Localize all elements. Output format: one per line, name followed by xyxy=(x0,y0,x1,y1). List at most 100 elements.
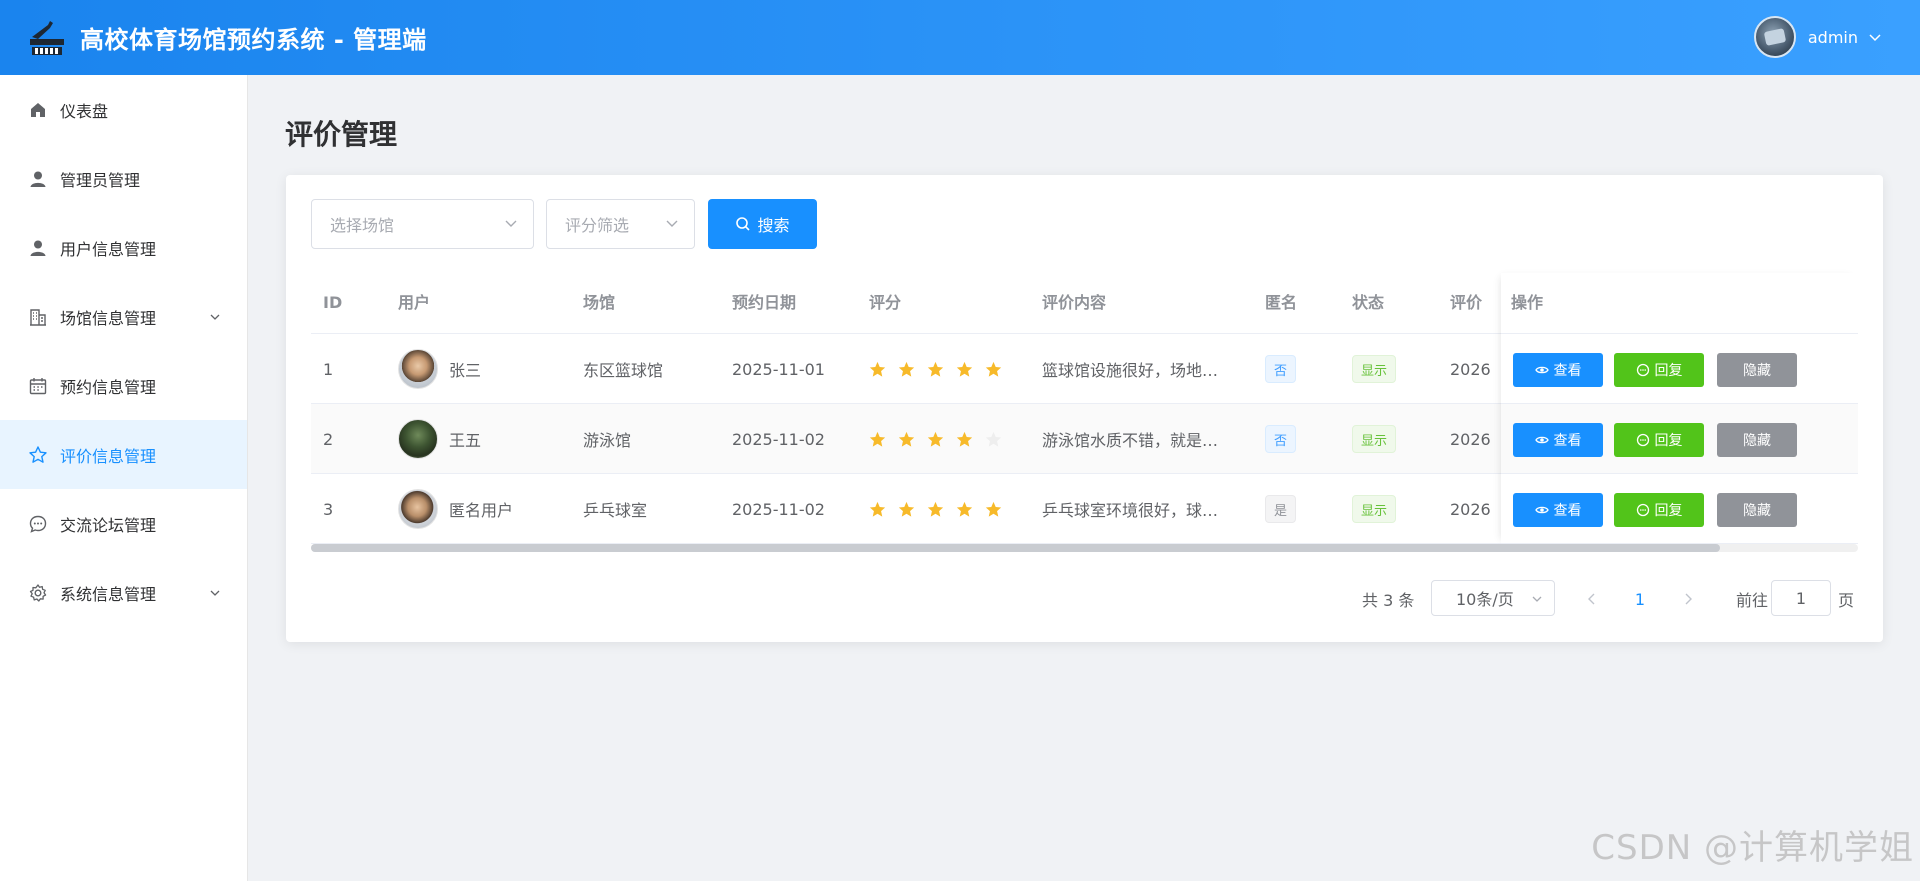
sidebar-item-label: 预约信息管理 xyxy=(60,377,157,397)
avatar xyxy=(398,419,438,459)
user-icon xyxy=(30,240,46,256)
star-icon xyxy=(956,501,973,517)
hide-button-label: 隐藏 xyxy=(1743,363,1771,379)
sidebar: 仪表盘 管理员管理 用户信息管理 场馆信息管理 预约信息管理 评价信息管理 交流… xyxy=(0,75,248,881)
cell-user: 王五 xyxy=(398,404,481,474)
chat-icon xyxy=(1636,503,1649,517)
cell-content: 游泳馆水质不错，就是… xyxy=(1042,431,1219,450)
hide-button[interactable]: 隐藏 xyxy=(1717,423,1797,457)
sidebar-item-users[interactable]: 用户信息管理 xyxy=(0,213,247,282)
sidebar-item-admins[interactable]: 管理员管理 xyxy=(0,144,247,213)
hide-button[interactable]: 隐藏 xyxy=(1717,493,1797,527)
user-name: 匿名用户 xyxy=(449,501,514,520)
eye-icon xyxy=(1534,506,1549,514)
hide-button[interactable]: 隐藏 xyxy=(1717,353,1797,387)
column-header-content[interactable]: 评价内容 xyxy=(1042,273,1106,333)
gear-icon xyxy=(29,583,47,602)
column-header-venue[interactable]: 场馆 xyxy=(583,273,615,333)
cell-id: 2 xyxy=(323,429,334,449)
pagination-total: 共 3 条 xyxy=(1362,591,1415,610)
star-icon xyxy=(898,431,915,447)
sidebar-item-dashboard[interactable]: 仪表盘 xyxy=(0,75,247,144)
sidebar-item-venues[interactable]: 场馆信息管理 xyxy=(0,282,247,351)
stadium-logo-icon xyxy=(30,20,64,55)
sidebar-item-forum[interactable]: 交流论坛管理 xyxy=(0,489,247,558)
page-number-current[interactable]: 1 xyxy=(1624,581,1656,617)
cell-user: 张三 xyxy=(398,334,481,404)
chevron-down-icon xyxy=(210,590,220,596)
view-button[interactable]: 查看 xyxy=(1513,493,1603,527)
anonymous-tag: 是 xyxy=(1265,495,1297,523)
chat-icon xyxy=(29,515,47,533)
top-header: 高校体育场馆预约系统 - 管理端 admin xyxy=(0,0,1920,75)
hide-button-label: 隐藏 xyxy=(1743,433,1771,449)
column-header-status[interactable]: 状态 xyxy=(1352,273,1384,333)
star-icon xyxy=(869,431,886,447)
search-icon xyxy=(736,217,751,231)
user-icon xyxy=(30,171,46,187)
star-icon xyxy=(956,431,973,447)
star-icon xyxy=(869,501,886,517)
rating-stars xyxy=(869,474,1014,544)
cell-id: 3 xyxy=(323,499,334,519)
home-icon xyxy=(31,102,45,117)
rating-select[interactable]: 评分筛选 xyxy=(546,199,695,249)
chat-icon xyxy=(1636,363,1649,377)
chevron-down-icon xyxy=(666,220,678,227)
sidebar-item-bookings[interactable]: 预约信息管理 xyxy=(0,351,247,420)
table-horizontal-scrollbar[interactable] xyxy=(311,544,1858,552)
chevron-down-icon xyxy=(1532,596,1542,602)
sidebar-item-label: 仪表盘 xyxy=(60,101,109,121)
column-header-date[interactable]: 预约日期 xyxy=(732,273,796,333)
rating-stars xyxy=(869,334,1014,404)
venue-select[interactable]: 选择场馆 xyxy=(311,199,534,249)
search-button[interactable]: 搜索 xyxy=(708,199,817,249)
column-header-anonymous[interactable]: 匿名 xyxy=(1265,273,1297,333)
chevron-down-icon xyxy=(210,314,220,320)
user-menu[interactable]: admin xyxy=(1753,16,1882,58)
reply-button[interactable]: 回复 xyxy=(1614,353,1704,387)
scrollbar-thumb[interactable] xyxy=(311,544,1720,552)
username: admin xyxy=(1807,27,1858,47)
actions-column: 操作 查看 回复 隐藏 查看 回复 隐藏 查看 回复 隐藏 xyxy=(1501,273,1858,544)
cell-status: 显示 xyxy=(1352,334,1397,404)
column-header-rating[interactable]: 评分 xyxy=(869,273,901,333)
cell-eval-time: 2026 xyxy=(1450,499,1491,519)
status-badge: 显示 xyxy=(1352,425,1397,453)
cell-id: 1 xyxy=(323,359,334,379)
star-icon xyxy=(898,361,915,377)
reply-button-label: 回复 xyxy=(1654,433,1683,449)
sidebar-item-system[interactable]: 系统信息管理 xyxy=(0,558,247,627)
reply-button[interactable]: 回复 xyxy=(1614,493,1704,527)
star-icon xyxy=(927,431,944,447)
reviews-card: 选择场馆 评分筛选 搜索 ID 用户 场馆 预约日期 评分 评价内容 匿名 状态… xyxy=(286,175,1883,642)
column-header-eval-time[interactable]: 评价 xyxy=(1450,273,1490,333)
reply-button[interactable]: 回复 xyxy=(1614,423,1704,457)
star-icon xyxy=(869,361,886,377)
prev-page-button[interactable] xyxy=(1576,581,1608,617)
cell-anonymous: 否 xyxy=(1265,334,1297,404)
status-badge: 显示 xyxy=(1352,355,1397,383)
page-title: 评价管理 xyxy=(285,118,398,151)
sidebar-item-reviews[interactable]: 评价信息管理 xyxy=(0,420,247,489)
sidebar-item-label: 用户信息管理 xyxy=(60,239,157,259)
star-icon xyxy=(898,501,915,517)
next-page-button[interactable] xyxy=(1672,581,1704,617)
cell-status: 显示 xyxy=(1352,404,1397,474)
goto-page-input[interactable]: 1 xyxy=(1771,580,1831,616)
view-button[interactable]: 查看 xyxy=(1513,353,1603,387)
column-header-id[interactable]: ID xyxy=(323,273,342,333)
star-icon xyxy=(927,501,944,517)
cell-venue: 乒乓球室 xyxy=(583,501,648,520)
sidebar-item-label: 场馆信息管理 xyxy=(60,308,157,328)
cell-user: 匿名用户 xyxy=(398,474,513,544)
venue-select-placeholder: 选择场馆 xyxy=(330,216,395,235)
eye-icon xyxy=(1534,366,1549,374)
page-size-select[interactable]: 10条/页 xyxy=(1431,580,1555,616)
calendar-icon xyxy=(29,377,47,394)
cell-eval-time: 2026 xyxy=(1450,359,1491,379)
star-icon xyxy=(985,501,1002,517)
view-button[interactable]: 查看 xyxy=(1513,423,1603,457)
chevron-right-icon xyxy=(1685,593,1692,605)
column-header-user[interactable]: 用户 xyxy=(398,273,430,333)
